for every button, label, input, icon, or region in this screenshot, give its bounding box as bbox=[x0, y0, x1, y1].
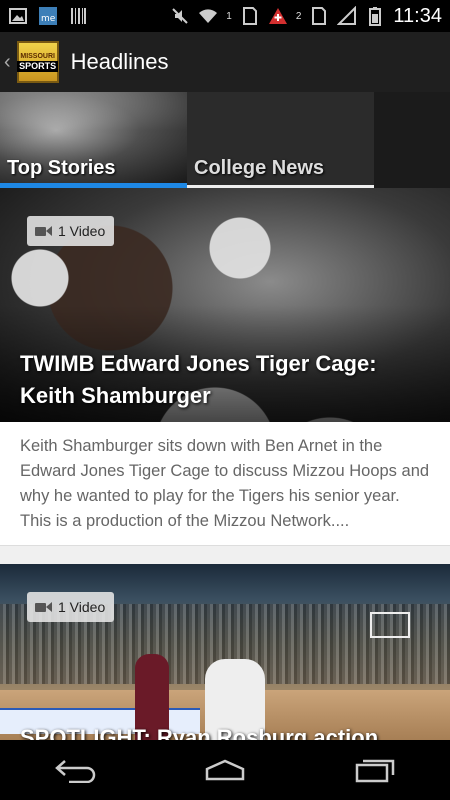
back-arrow-icon bbox=[55, 760, 96, 783]
battery-icon bbox=[369, 7, 382, 26]
card-summary: Keith Shamburger sits down with Ben Arne… bbox=[0, 422, 450, 546]
mute-icon bbox=[172, 8, 189, 24]
tab-top-stories[interactable]: Top Stories bbox=[0, 92, 187, 188]
home-button[interactable] bbox=[195, 750, 255, 790]
wifi-icon bbox=[199, 9, 218, 23]
tab-label: College News bbox=[194, 157, 325, 179]
image-icon bbox=[9, 8, 27, 24]
recent-apps-button[interactable] bbox=[345, 750, 405, 790]
back-button[interactable] bbox=[45, 750, 105, 790]
hoop-photo bbox=[370, 612, 410, 638]
tab-more[interactable] bbox=[374, 92, 450, 188]
status-bar: me 1 2 11:34 bbox=[0, 0, 450, 32]
app-logo[interactable]: MISSOURI SPORTS bbox=[16, 41, 59, 83]
signal-icon bbox=[337, 6, 357, 25]
video-count: 1 Video bbox=[58, 223, 106, 239]
page-title: Headlines bbox=[70, 49, 169, 74]
home-icon bbox=[205, 759, 245, 781]
back-chevron-icon[interactable]: ‹ bbox=[4, 51, 11, 74]
video-badge: 1 Video bbox=[27, 216, 115, 246]
card-title: TWIMB Edward Jones Tiger Cage: Keith Sha… bbox=[20, 351, 377, 408]
sports-app-icon: me bbox=[39, 7, 57, 25]
video-count: 1 Video bbox=[58, 599, 106, 615]
card-divider bbox=[0, 546, 450, 564]
sim-icon bbox=[242, 7, 257, 25]
notif-count-b: 2 bbox=[295, 10, 302, 22]
swiss-app-icon bbox=[268, 8, 287, 24]
card-thumbnail[interactable]: 1 Video TWIMB Edward Jones Tiger Cage: K… bbox=[0, 188, 450, 422]
news-card[interactable]: 1 Video TWIMB Edward Jones Tiger Cage: K… bbox=[0, 188, 450, 546]
action-bar: ‹ MISSOURI SPORTS Headlines bbox=[0, 32, 450, 92]
headline-feed[interactable]: 1 Video TWIMB Edward Jones Tiger Cage: K… bbox=[0, 188, 450, 740]
svg-text:me: me bbox=[41, 14, 56, 24]
tab-college-news[interactable]: College News bbox=[187, 92, 374, 188]
video-badge: 1 Video bbox=[27, 592, 115, 622]
logo-top-text: MISSOURI bbox=[20, 52, 55, 60]
sim-icon bbox=[312, 7, 327, 25]
notif-count-a: 1 bbox=[226, 10, 232, 22]
card-title: SPOTLIGHT: Ryan Rosburg action bbox=[20, 725, 379, 740]
video-camera-icon bbox=[35, 601, 52, 613]
card-thumbnail[interactable]: 1 Video SPOTLIGHT: Ryan Rosburg action bbox=[0, 564, 450, 740]
tab-strip: Top Stories College News bbox=[0, 92, 450, 188]
barcode-icon bbox=[71, 8, 86, 24]
video-camera-icon bbox=[35, 225, 52, 237]
recent-apps-icon bbox=[355, 759, 395, 783]
system-nav-bar bbox=[0, 740, 450, 800]
status-time: 11:34 bbox=[393, 4, 442, 27]
news-card[interactable]: 1 Video SPOTLIGHT: Ryan Rosburg action bbox=[0, 564, 450, 740]
logo-main-text: SPORTS bbox=[17, 60, 59, 72]
tab-label: Top Stories bbox=[7, 157, 116, 179]
